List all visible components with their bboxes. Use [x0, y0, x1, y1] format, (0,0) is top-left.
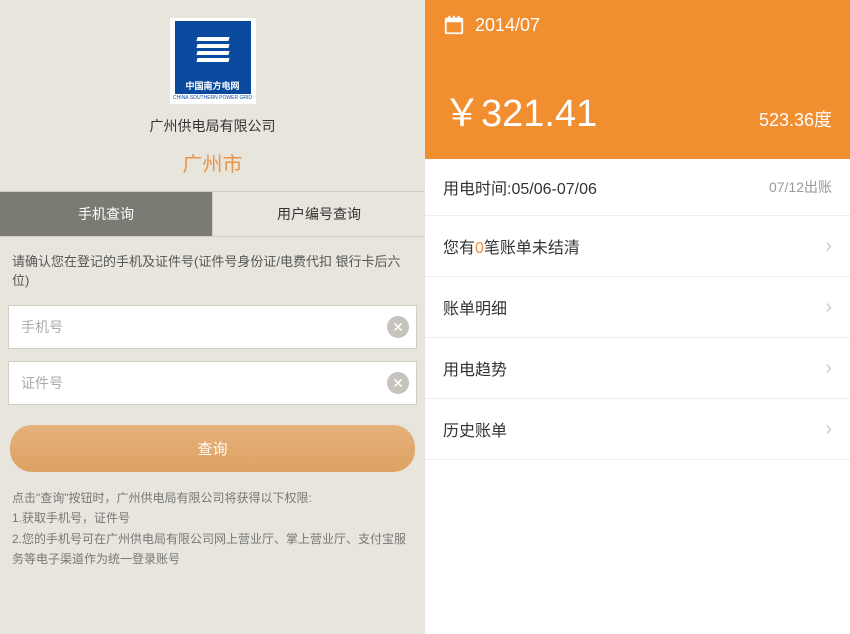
tab-phone-query[interactable]: 手机查询 [0, 192, 212, 236]
query-button[interactable]: 查询 [10, 425, 415, 472]
chevron-right-icon: › [825, 296, 832, 319]
disclaimer-item-2: 2.您的手机号可在广州供电局有限公司网上营业厅、掌上营业厅、支付宝服务等电子渠道… [12, 529, 413, 570]
bill-panel: 2014/07 ￥321.41 523.36度 用电时间:05/06-07/06… [425, 0, 850, 634]
usage-trend-label: 用电趋势 [443, 356, 507, 380]
city-name: 广州市 [183, 148, 243, 177]
bill-issue-date: 07/12出账 [769, 177, 832, 197]
date-row: 2014/07 [443, 14, 832, 36]
usage-period-row: 用电时间:05/06-07/06 07/12出账 [425, 159, 850, 216]
bill-header: 2014/07 ￥321.41 523.36度 [425, 0, 850, 159]
query-tabs: 手机查询 用户编号查询 [0, 191, 425, 237]
bill-amount: ￥321.41 [443, 82, 597, 137]
usage-amount: 523.36度 [759, 106, 832, 132]
bill-detail-row[interactable]: 账单明细 › [425, 277, 850, 338]
unpaid-count: 0 [475, 240, 484, 257]
history-bills-label: 历史账单 [443, 417, 507, 441]
bill-date: 2014/07 [475, 15, 540, 36]
period-label: 用电时间: [443, 181, 511, 198]
tab-userid-query[interactable]: 用户编号查询 [212, 192, 425, 236]
chevron-right-icon: › [825, 357, 832, 380]
period-value: 05/06-07/06 [511, 181, 596, 198]
chevron-right-icon: › [825, 235, 832, 258]
unpaid-text: 您有0笔账单未结清 [443, 234, 580, 258]
bill-detail-label: 账单明细 [443, 295, 507, 319]
logo-text-cn: 中国南方电网 [175, 77, 251, 94]
chevron-right-icon: › [825, 418, 832, 441]
instruction-text: 请确认您在登记的手机及证件号(证件号身份证/电费代扣 银行卡后六位) [0, 237, 425, 299]
company-logo: 中国南方电网 CHINA SOUTHERN POWER GRID [170, 18, 256, 104]
logo-text-en: CHINA SOUTHERN POWER GRID [173, 95, 252, 101]
id-input-group: ✕ [8, 361, 417, 405]
company-name: 广州供电局有限公司 [150, 116, 276, 136]
disclaimer-intro: 点击"查询"按钮时，广州供电局有限公司将获得以下权限: [12, 488, 413, 508]
disclaimer-item-1: 1.获取手机号，证件号 [12, 508, 413, 528]
unpaid-bills-row[interactable]: 您有0笔账单未结清 › [425, 216, 850, 277]
usage-trend-row[interactable]: 用电趋势 › [425, 338, 850, 399]
phone-input-group: ✕ [8, 305, 417, 349]
clear-phone-icon[interactable]: ✕ [387, 316, 409, 338]
usage-period: 用电时间:05/06-07/06 [443, 175, 597, 199]
amount-row: ￥321.41 523.36度 [443, 82, 832, 137]
phone-input[interactable] [8, 305, 417, 349]
calendar-icon [443, 14, 465, 36]
id-input[interactable] [8, 361, 417, 405]
query-panel: 中国南方电网 CHINA SOUTHERN POWER GRID 广州供电局有限… [0, 0, 425, 634]
clear-id-icon[interactable]: ✕ [387, 372, 409, 394]
history-bills-row[interactable]: 历史账单 › [425, 399, 850, 460]
disclaimer: 点击"查询"按钮时，广州供电局有限公司将获得以下权限: 1.获取手机号，证件号 … [0, 482, 425, 576]
